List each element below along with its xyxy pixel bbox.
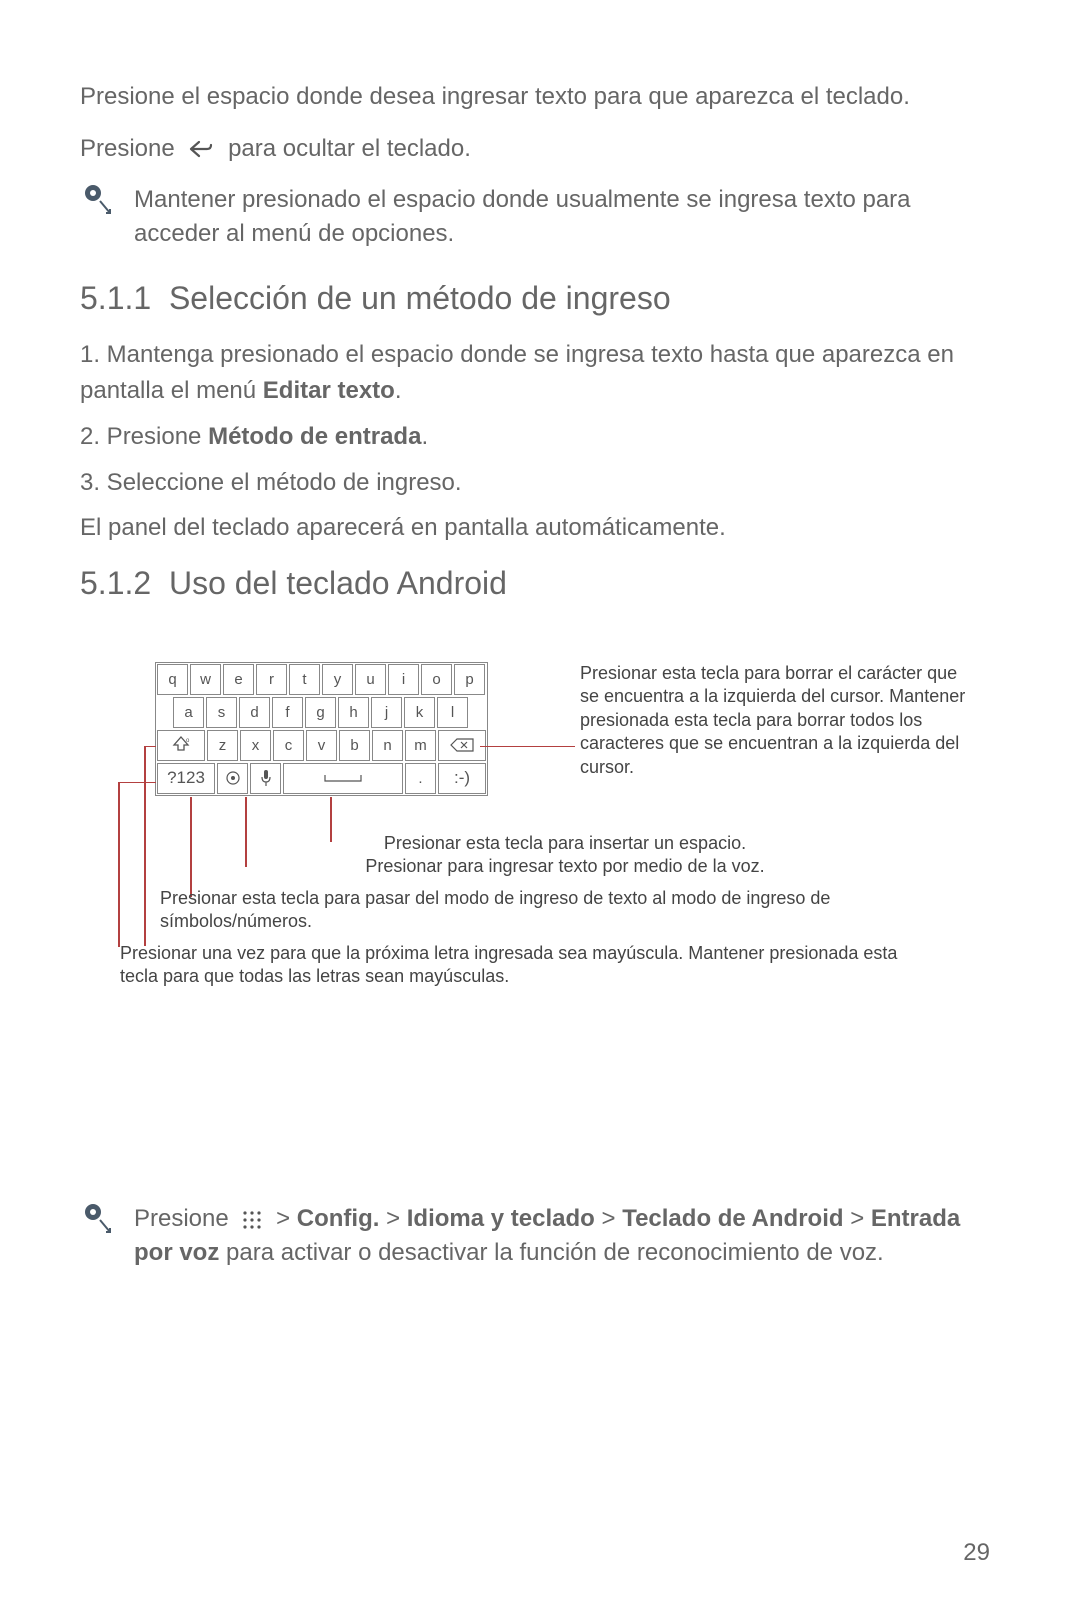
key-n[interactable]: n <box>372 730 403 761</box>
tip2-d: Teclado de Android <box>622 1205 843 1232</box>
heading-511-num: 5.1.1 <box>80 280 151 316</box>
tip-1: Mantener presionado el espacio donde usu… <box>80 183 1000 250</box>
apps-grid-icon <box>241 1209 263 1231</box>
step-1: 1. Mantenga presionado el espacio donde … <box>80 337 1000 409</box>
callout-line <box>144 746 156 748</box>
tip2-f: para activar o desactivar la función de … <box>219 1239 883 1266</box>
keyboard: qwertyuiop asdfghjkl o zxcvbnm ?123 <box>155 662 488 796</box>
callout-space: Presionar esta tecla para insertar un es… <box>255 832 875 855</box>
callout-line <box>480 746 575 748</box>
key-q[interactable]: q <box>157 664 188 695</box>
callout-space-voice: Presionar esta tecla para insertar un es… <box>255 832 875 879</box>
section-511-note: El panel del teclado aparecerá en pantal… <box>80 511 1000 545</box>
callout-line <box>118 782 120 947</box>
tip2-c: Idioma y teclado <box>407 1205 595 1232</box>
tip-1-text: Mantener presionado el espacio donde usu… <box>134 183 1000 250</box>
key-o[interactable]: o <box>421 664 452 695</box>
key-t[interactable]: t <box>289 664 320 695</box>
settings-key[interactable] <box>217 763 248 794</box>
callout-voice: Presionar para ingresar texto por medio … <box>255 855 875 878</box>
key-h[interactable]: h <box>338 697 369 728</box>
key-y[interactable]: y <box>322 664 353 695</box>
backspace-key[interactable] <box>438 730 486 761</box>
emoji-key[interactable]: :-) <box>438 763 486 794</box>
key-p[interactable]: p <box>454 664 485 695</box>
tip2-a: Presione <box>134 1205 229 1232</box>
tip-2-text: Presione > Config. > Idioma y teclado > … <box>134 1202 1000 1269</box>
key-c[interactable]: c <box>273 730 304 761</box>
lightbulb-icon <box>80 1202 116 1243</box>
key-l[interactable]: l <box>437 697 468 728</box>
key-f[interactable]: f <box>272 697 303 728</box>
back-icon <box>187 138 215 160</box>
key-d[interactable]: d <box>239 697 270 728</box>
callout-symbols: Presionar esta tecla para pasar del modo… <box>160 887 880 934</box>
space-key[interactable] <box>283 763 403 794</box>
callout-backspace: Presionar esta tecla para borrar el cará… <box>580 662 980 779</box>
shift-key[interactable]: o <box>157 730 205 761</box>
key-b[interactable]: b <box>339 730 370 761</box>
key-v[interactable]: v <box>306 730 337 761</box>
key-k[interactable]: k <box>404 697 435 728</box>
key-w[interactable]: w <box>190 664 221 695</box>
callout-line <box>144 746 146 946</box>
step-1b: Editar texto <box>263 377 395 404</box>
key-s[interactable]: s <box>206 697 237 728</box>
tip-2: Presione > Config. > Idioma y teclado > … <box>80 1202 1000 1269</box>
step-2b: Método de entrada <box>208 423 421 450</box>
key-z[interactable]: z <box>207 730 238 761</box>
tip2-b: Config. <box>297 1205 380 1232</box>
key-x[interactable]: x <box>240 730 271 761</box>
step-2a: 2. Presione <box>80 423 208 450</box>
key-i[interactable]: i <box>388 664 419 695</box>
intro-p2-before: Presione <box>80 135 175 162</box>
key-u[interactable]: u <box>355 664 386 695</box>
heading-511-title: Selección de un método de ingreso <box>169 280 671 316</box>
intro-p2-after: para ocultar el teclado. <box>228 135 471 162</box>
lightbulb-icon <box>80 183 116 224</box>
key-r[interactable]: r <box>256 664 287 695</box>
step-1c: . <box>395 377 402 404</box>
page-number: 29 <box>963 1539 990 1567</box>
heading-512-num: 5.1.2 <box>80 565 151 601</box>
step-1a: 1. Mantenga presionado el espacio donde … <box>80 341 954 404</box>
callout-line <box>118 782 156 784</box>
callout-shift: Presionar una vez para que la próxima le… <box>120 942 900 989</box>
key-j[interactable]: j <box>371 697 402 728</box>
symbols-key[interactable]: ?123 <box>157 763 215 794</box>
period-key[interactable]: . <box>405 763 436 794</box>
key-a[interactable]: a <box>173 697 204 728</box>
callout-line <box>245 797 247 867</box>
key-g[interactable]: g <box>305 697 336 728</box>
step-3: 3. Seleccione el método de ingreso. <box>80 465 1000 501</box>
heading-511: 5.1.1 Selección de un método de ingreso <box>80 280 1000 317</box>
heading-512-title: Uso del teclado Android <box>169 565 507 601</box>
intro-p1: Presione el espacio donde desea ingresar… <box>80 80 1000 114</box>
step-2c: . <box>421 423 428 450</box>
keyboard-diagram: qwertyuiop asdfghjkl o zxcvbnm ?123 <box>80 662 1000 1162</box>
heading-512: 5.1.2 Uso del teclado Android <box>80 565 1000 602</box>
key-e[interactable]: e <box>223 664 254 695</box>
step-2: 2. Presione Método de entrada. <box>80 419 1000 455</box>
svg-text:o: o <box>186 738 190 744</box>
callout-line <box>190 797 192 897</box>
voice-key[interactable] <box>250 763 281 794</box>
key-m[interactable]: m <box>405 730 436 761</box>
intro-p2: Presione para ocultar el teclado. <box>80 132 1000 166</box>
